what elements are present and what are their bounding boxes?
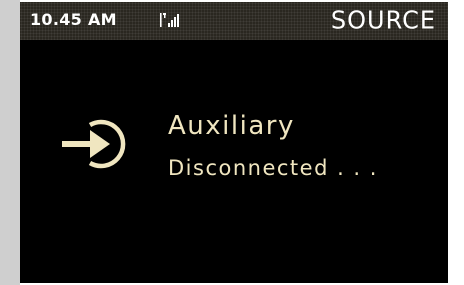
right-bezel	[448, 0, 464, 285]
device-frame: 10.45 AM SOURCE Auxiliary Disconnected .…	[0, 0, 464, 285]
display-screen: 10.45 AM SOURCE Auxiliary Disconnected .…	[20, 2, 448, 283]
source-name: Auxiliary	[168, 111, 295, 141]
signal-bars-icon	[160, 12, 182, 28]
clock-time: 10.45 AM	[30, 10, 117, 29]
left-bezel	[0, 0, 20, 285]
aux-input-icon	[60, 112, 132, 176]
status-bar: 10.45 AM SOURCE	[20, 2, 448, 40]
connection-status: Disconnected . . .	[168, 156, 378, 180]
screen-title: SOURCE	[330, 5, 436, 35]
